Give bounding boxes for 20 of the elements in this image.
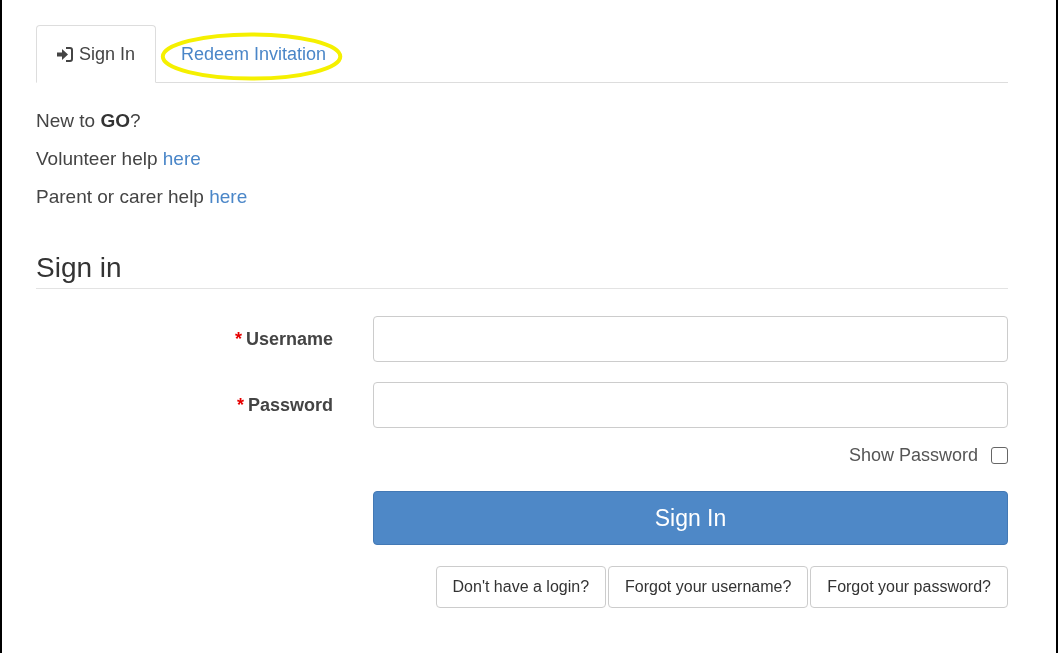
tab[interactable]: Redeem Invitation (160, 25, 348, 83)
input-field[interactable] (373, 316, 1008, 362)
field-label: Password (247, 394, 333, 416)
checkbox[interactable] (991, 446, 1008, 464)
required-mark: * (234, 328, 242, 350)
required-mark: * (236, 394, 244, 416)
link-button[interactable]: Don't have a login? (435, 566, 607, 608)
help-text: New to GO? (36, 109, 141, 133)
help-link[interactable]: here (209, 186, 248, 207)
help-text: Parent or carer help here (36, 185, 248, 209)
input-field[interactable] (373, 382, 1008, 428)
help-text: Volunteer help here (36, 147, 201, 171)
checkbox-label: Show Password (848, 444, 978, 467)
help-link[interactable]: here (162, 148, 201, 169)
section-heading: Sign in (36, 251, 122, 285)
field-label: Username (245, 328, 333, 350)
tab[interactable]: Sign In (36, 25, 157, 83)
sign-in-button[interactable]: Sign In (373, 491, 1008, 545)
link-button[interactable]: Forgot your username? (608, 566, 809, 608)
link-button[interactable]: Forgot your password? (810, 566, 1008, 608)
